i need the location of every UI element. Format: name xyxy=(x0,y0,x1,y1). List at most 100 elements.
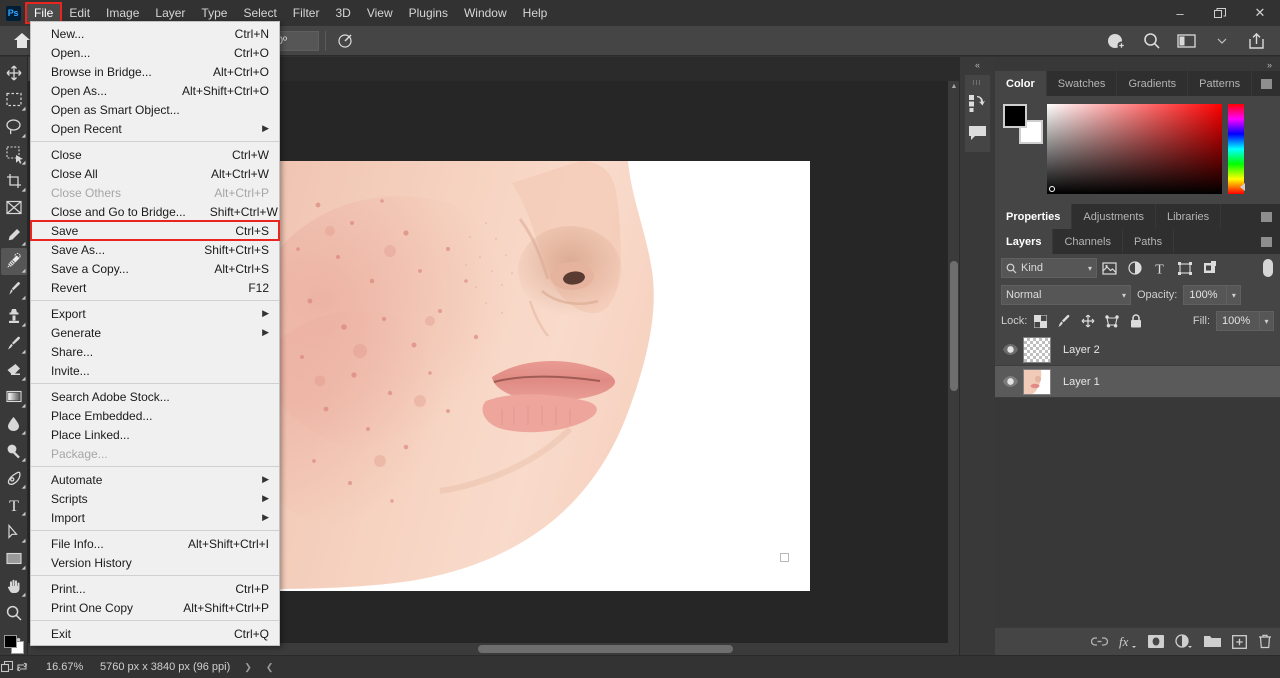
group-icon[interactable] xyxy=(1204,635,1221,648)
tab-libraries[interactable]: Libraries xyxy=(1156,204,1221,229)
foreground-background-colors[interactable] xyxy=(4,635,26,655)
tool-hand[interactable]: ◢ xyxy=(1,572,27,599)
panel-menu-icon[interactable] xyxy=(1261,229,1280,254)
menu-layer[interactable]: Layer xyxy=(147,3,193,23)
tool-eyedropper[interactable]: ◢ xyxy=(1,221,27,248)
file-dropdown-menu[interactable]: New...Ctrl+NOpen...Ctrl+OBrowse in Bridg… xyxy=(30,21,280,646)
opacity-chevron-icon[interactable]: ▾ xyxy=(1227,285,1241,305)
panel-menu-icon[interactable] xyxy=(1261,204,1280,229)
tab-properties[interactable]: Properties xyxy=(995,204,1072,229)
menu-item-revert[interactable]: RevertF12 xyxy=(31,278,279,297)
table-row[interactable]: Layer 2 xyxy=(995,334,1280,366)
tool-frame[interactable] xyxy=(1,194,27,221)
tool-zoom[interactable] xyxy=(1,599,27,626)
shape-filter-icon[interactable] xyxy=(1172,257,1197,279)
menu-image[interactable]: Image xyxy=(98,3,147,23)
tool-pen[interactable]: ◢ xyxy=(1,464,27,491)
tool-blur[interactable]: ◢ xyxy=(1,410,27,437)
workspace-icon[interactable] xyxy=(1173,30,1200,52)
panel-menu-icon[interactable] xyxy=(1261,71,1280,96)
new-layer-icon[interactable] xyxy=(1232,635,1247,649)
menu-item-open-recent[interactable]: Open Recent▶ xyxy=(31,119,279,138)
fill-input[interactable]: 100% xyxy=(1216,311,1260,331)
filter-kind-select[interactable]: Kind ▾ xyxy=(1001,258,1097,278)
menu-item-generate[interactable]: Generate▶ xyxy=(31,323,279,342)
menu-item-close-and-go-to-bridge[interactable]: Close and Go to Bridge...Shift+Ctrl+W xyxy=(31,202,279,221)
menu-item-open-as-smart-object[interactable]: Open as Smart Object... xyxy=(31,100,279,119)
menu-item-close[interactable]: CloseCtrl+W xyxy=(31,145,279,164)
status-expand-arrow[interactable]: ❯ xyxy=(244,662,252,673)
tool-marquee[interactable]: ◢ xyxy=(1,86,27,113)
menu-type[interactable]: Type xyxy=(193,3,235,23)
restore-button[interactable] xyxy=(1200,0,1240,26)
status-collapse-arrow[interactable]: ❮ xyxy=(266,662,274,673)
panel-grip[interactable] xyxy=(973,80,982,85)
tool-rectangle[interactable]: ◢ xyxy=(1,545,27,572)
close-button[interactable]: ✕ xyxy=(1240,0,1280,26)
comment-icon[interactable] xyxy=(965,118,990,148)
type-filter-icon[interactable]: T xyxy=(1147,257,1172,279)
menu-select[interactable]: Select xyxy=(235,3,284,23)
lock-image-icon[interactable] xyxy=(1053,311,1075,331)
fill-chevron-icon[interactable]: ▾ xyxy=(1260,311,1274,331)
menu-3d[interactable]: 3D xyxy=(327,3,358,23)
menu-item-export[interactable]: Export▶ xyxy=(31,304,279,323)
link-icon[interactable] xyxy=(1091,636,1108,647)
image-filter-icon[interactable] xyxy=(1097,257,1122,279)
rail-collapse-button[interactable]: « xyxy=(960,57,995,74)
lock-all-icon[interactable] xyxy=(1125,311,1147,331)
paint-target-icon[interactable] xyxy=(332,30,359,52)
menu-item-close-all[interactable]: Close AllAlt+Ctrl+W xyxy=(31,164,279,183)
layer-thumbnail[interactable] xyxy=(1023,337,1051,363)
adjustment-icon[interactable] xyxy=(1175,634,1193,649)
filter-enable-toggle[interactable] xyxy=(1262,259,1274,277)
menu-file[interactable]: File xyxy=(26,3,61,23)
artboard[interactable] xyxy=(280,161,810,591)
menu-plugins[interactable]: Plugins xyxy=(401,3,456,23)
tool-path-selection[interactable]: ◢ xyxy=(1,518,27,545)
tool-lasso[interactable]: ◢ xyxy=(1,113,27,140)
hue-slider[interactable] xyxy=(1228,104,1244,194)
fx-icon[interactable]: fx xyxy=(1119,634,1137,649)
smart-object-filter-icon[interactable] xyxy=(1197,257,1222,279)
opacity-input[interactable]: 100% xyxy=(1183,285,1227,305)
tab-adjustments[interactable]: Adjustments xyxy=(1072,204,1156,229)
tool-healing-brush[interactable]: ◢ xyxy=(1,248,27,275)
tool-history-brush[interactable]: ◢ xyxy=(1,329,27,356)
search-icon[interactable] xyxy=(1138,30,1165,52)
tab-swatches[interactable]: Swatches xyxy=(1047,71,1118,96)
history-icon[interactable] xyxy=(965,88,990,118)
chevron-down-icon[interactable]: ▾ xyxy=(1088,264,1092,273)
tab-gradients[interactable]: Gradients xyxy=(1117,71,1188,96)
menu-item-print-one-copy[interactable]: Print One CopyAlt+Shift+Ctrl+P xyxy=(31,598,279,617)
tool-type[interactable]: T ◢ xyxy=(1,491,27,518)
menu-filter[interactable]: Filter xyxy=(285,3,328,23)
menu-item-place-embedded[interactable]: Place Embedded... xyxy=(31,406,279,425)
menu-item-exit[interactable]: ExitCtrl+Q xyxy=(31,624,279,643)
menu-item-import[interactable]: Import▶ xyxy=(31,508,279,527)
layer-name[interactable]: Layer 1 xyxy=(1063,376,1100,388)
menu-item-invite[interactable]: Invite... xyxy=(31,361,279,380)
layer-name[interactable]: Layer 2 xyxy=(1063,344,1100,356)
layer-thumbnail[interactable] xyxy=(1023,369,1051,395)
layer-visibility-icon[interactable] xyxy=(999,376,1021,387)
menu-help[interactable]: Help xyxy=(515,3,556,23)
tool-object-selection[interactable]: ◢ xyxy=(1,140,27,167)
menu-item-share[interactable]: Share... xyxy=(31,342,279,361)
menu-item-search-adobe-stock[interactable]: Search Adobe Stock... xyxy=(31,387,279,406)
minimize-button[interactable]: – xyxy=(1160,0,1200,26)
color-picker-field[interactable] xyxy=(1047,104,1222,194)
tool-crop[interactable]: ◢ xyxy=(1,167,27,194)
menu-edit[interactable]: Edit xyxy=(61,3,98,23)
horizontal-scroll-thumb[interactable] xyxy=(478,645,733,653)
vertical-scroll-thumb[interactable] xyxy=(950,261,958,391)
color-panel-swatches[interactable] xyxy=(1003,104,1039,140)
foreground-color-swatch[interactable] xyxy=(4,635,17,648)
menu-item-browse-in-bridge[interactable]: Browse in Bridge...Alt+Ctrl+O xyxy=(31,62,279,81)
tool-gradient[interactable]: ◢ xyxy=(1,383,27,410)
menu-item-open-as[interactable]: Open As...Alt+Shift+Ctrl+O xyxy=(31,81,279,100)
menu-item-save-as[interactable]: Save As...Shift+Ctrl+S xyxy=(31,240,279,259)
zoom-level[interactable]: 16.67% xyxy=(28,661,100,673)
menu-item-place-linked[interactable]: Place Linked... xyxy=(31,425,279,444)
menu-item-print[interactable]: Print...Ctrl+P xyxy=(31,579,279,598)
